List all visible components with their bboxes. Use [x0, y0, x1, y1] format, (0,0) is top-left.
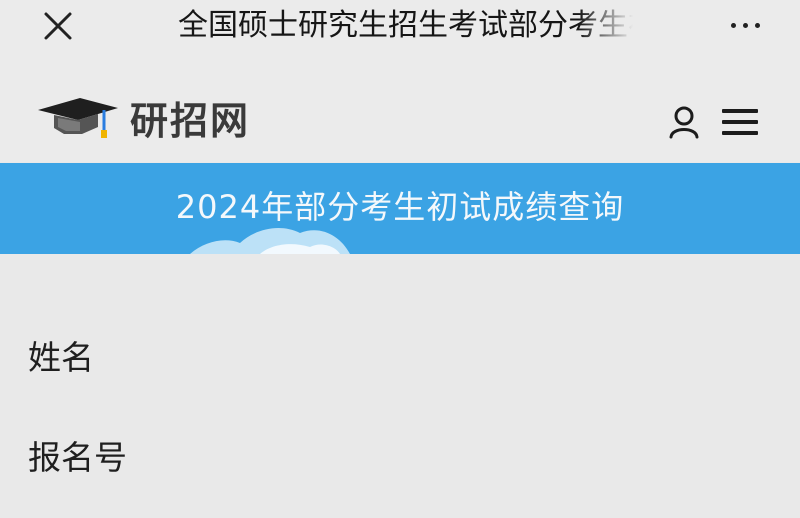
- hamburger-menu-button[interactable]: [722, 102, 766, 142]
- registration-number-input[interactable]: [180, 436, 784, 482]
- graduation-cap-icon: [38, 98, 118, 138]
- close-button[interactable]: [38, 8, 78, 44]
- close-icon: [44, 12, 72, 40]
- site-logo[interactable]: 研招网: [34, 92, 274, 143]
- app-title-bar: 全国硕士研究生招生考试部分考生初试成绩查询: [0, 0, 800, 52]
- more-horizontal-icon: [730, 22, 736, 28]
- registration-number-label: 报名号: [28, 438, 127, 477]
- name-input[interactable]: [180, 336, 784, 382]
- more-options-button[interactable]: [720, 10, 770, 40]
- user-icon: [669, 106, 699, 139]
- name-label: 姓名: [28, 338, 94, 377]
- user-account-button[interactable]: [664, 102, 704, 142]
- banner: 2024年部分考生初试成绩查询: [0, 163, 800, 254]
- banner-title: 2024年部分考生初试成绩查询: [175, 188, 625, 226]
- site-header: 研招网: [0, 52, 800, 162]
- hamburger-menu-icon: [722, 109, 758, 113]
- logo-text: 研招网: [130, 97, 251, 143]
- score-query-form: 姓名 报名号: [0, 254, 800, 518]
- page-title: 全国硕士研究生招生考试部分考生初试成绩查询: [178, 8, 633, 43]
